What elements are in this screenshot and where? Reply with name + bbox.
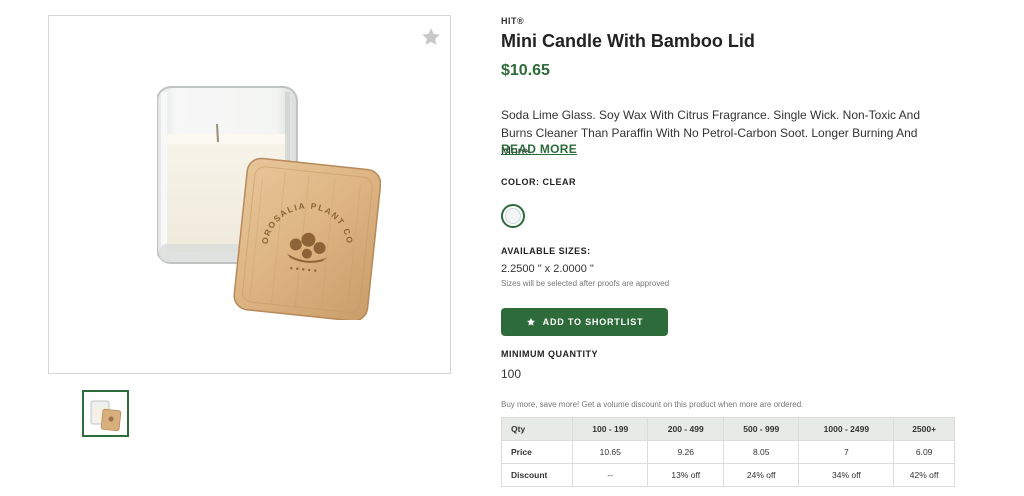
shortlist-label: ADD TO SHORTLIST bbox=[542, 317, 644, 327]
thumbnail-image bbox=[90, 400, 122, 432]
add-to-shortlist-button[interactable]: ADD TO SHORTLIST bbox=[501, 308, 668, 336]
table-row-price: Price 10.65 9.26 8.05 7 6.09 bbox=[501, 440, 955, 464]
star-icon bbox=[526, 318, 535, 326]
table-cell: 8.05 bbox=[722, 440, 800, 464]
volume-pricing-table: Qty 100 - 199 200 - 499 500 - 999 1000 -… bbox=[501, 417, 955, 487]
color-label: COLOR: CLEAR bbox=[501, 177, 576, 187]
favorite-star-icon[interactable] bbox=[420, 26, 442, 48]
thumbnail-candle[interactable] bbox=[82, 390, 129, 437]
available-sizes-value: 2.2500 " x 2.0000 " bbox=[501, 263, 594, 275]
table-cell: 42% off bbox=[893, 463, 955, 487]
table-header-cell: 2500+ bbox=[893, 417, 955, 441]
available-sizes-label: AVAILABLE SIZES: bbox=[501, 246, 591, 256]
volume-discount-note: Buy more, save more! Get a volume discou… bbox=[501, 400, 804, 409]
product-main-image: OROSALIA PLANT CO bbox=[48, 15, 451, 374]
minimum-quantity-value: 100 bbox=[501, 367, 522, 381]
product-price: $10.65 bbox=[501, 62, 550, 79]
table-cell: 13% off bbox=[647, 463, 724, 487]
table-row-discount: Discount -- 13% off 24% off 34% off 42% … bbox=[501, 463, 955, 487]
table-cell: -- bbox=[571, 463, 649, 487]
table-cell: 9.26 bbox=[647, 440, 724, 464]
table-header-row: Qty 100 - 199 200 - 499 500 - 999 1000 -… bbox=[501, 417, 955, 441]
table-cell: 6.09 bbox=[893, 440, 955, 464]
read-more-link[interactable]: READ MORE bbox=[501, 142, 577, 156]
candle-image: OROSALIA PLANT CO bbox=[157, 86, 381, 320]
color-swatch-clear[interactable] bbox=[501, 204, 525, 228]
swatch-fill bbox=[505, 208, 521, 224]
table-header-cell: 200 - 499 bbox=[647, 417, 724, 441]
table-cell: 7 bbox=[798, 440, 895, 464]
table-header-cell: 100 - 199 bbox=[571, 417, 649, 441]
table-cell: Price bbox=[501, 440, 573, 464]
minimum-quantity-label: MINIMUM QUANTITY bbox=[501, 349, 598, 359]
product-title: Mini Candle With Bamboo Lid bbox=[501, 31, 755, 51]
table-cell: 10.65 bbox=[571, 440, 649, 464]
table-header-cell: 1000 - 2499 bbox=[798, 417, 895, 441]
table-cell: 34% off bbox=[798, 463, 895, 487]
table-header-cell: 500 - 999 bbox=[722, 417, 800, 441]
product-brand: HIT® bbox=[501, 16, 525, 26]
table-cell: Discount bbox=[501, 463, 573, 487]
table-cell: 24% off bbox=[722, 463, 800, 487]
sizes-note: Sizes will be selected after proofs are … bbox=[501, 279, 670, 288]
table-header-cell: Qty bbox=[501, 417, 573, 441]
